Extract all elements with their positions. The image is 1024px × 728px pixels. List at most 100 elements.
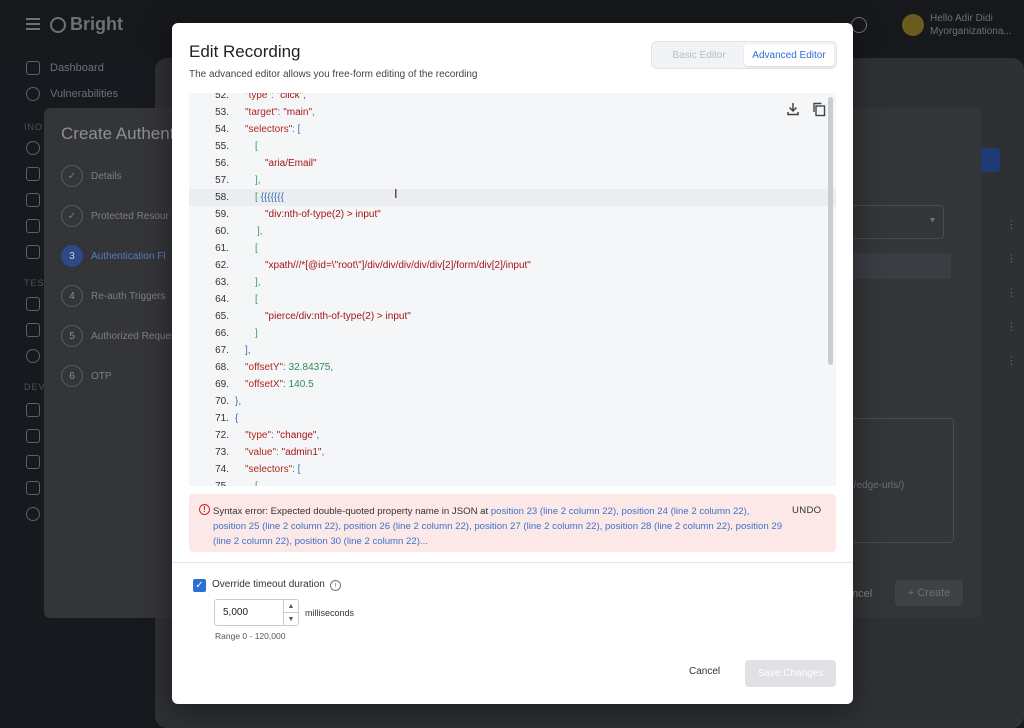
divider xyxy=(172,562,853,563)
code-text: "selectors": [ xyxy=(245,124,300,135)
step-otp[interactable]: 6 OTP xyxy=(61,364,112,388)
more-icon[interactable]: ⋮ xyxy=(1006,354,1017,367)
code-line[interactable]: 67.], xyxy=(189,342,836,359)
code-text: [ xyxy=(255,141,258,152)
sidebar-item[interactable] xyxy=(26,504,40,524)
user-greeting[interactable]: Hello Adir Didi Myorganizationa... xyxy=(930,12,1012,38)
download-icon[interactable] xyxy=(785,101,801,117)
increment-icon[interactable]: ▲ xyxy=(284,600,298,613)
code-line[interactable]: 72. "type": "change", xyxy=(189,427,836,444)
sidebar-item[interactable] xyxy=(26,294,40,314)
sidebar-item[interactable] xyxy=(26,478,40,498)
error-position-link[interactable]: position 28 (line 2 column 22), xyxy=(605,521,736,532)
more-icon[interactable]: ⋮ xyxy=(1006,320,1017,333)
code-line[interactable]: 58. [ {{{{{{{ xyxy=(189,189,836,206)
code-text: "xpath///*[@id=\"root\"]/div/div/div/div… xyxy=(265,260,531,271)
code-token: : [ xyxy=(292,124,301,135)
more-icon[interactable]: ⋮ xyxy=(1006,286,1017,299)
background-cancel-button[interactable]: ncel xyxy=(852,588,872,600)
code-line[interactable]: 75. [ xyxy=(189,478,836,486)
undo-button[interactable]: UNDO xyxy=(792,505,821,516)
more-icon[interactable]: ⋮ xyxy=(1006,218,1017,231)
code-line[interactable]: 54. "selectors": [ xyxy=(189,121,836,138)
advanced-editor-tab[interactable]: Advanced Editor xyxy=(744,44,834,66)
error-position-link[interactable]: position 23 (line 2 column 22), xyxy=(491,506,622,517)
code-line[interactable]: 70.}, xyxy=(189,393,836,410)
code-token: , xyxy=(321,447,325,458)
sidebar-item-vulnerabilities[interactable]: Vulnerabilities xyxy=(26,84,118,104)
code-line[interactable]: 64. [ xyxy=(189,291,836,308)
cancel-button[interactable]: Cancel xyxy=(689,666,720,677)
help-icon[interactable] xyxy=(851,17,867,33)
override-timeout-label[interactable]: Override timeout duration xyxy=(212,579,325,590)
dashboard-icon xyxy=(26,61,40,75)
user-name: Hello Adir Didi xyxy=(930,13,993,24)
code-token: ], xyxy=(245,345,251,356)
code-editor[interactable]: 75.[74."selectors": [73."value": "admin1… xyxy=(189,93,836,486)
code-line[interactable]: 71. { xyxy=(189,410,836,427)
code-line[interactable]: 69. "offsetX": 140.5 xyxy=(189,376,836,393)
timeout-stepper[interactable]: ▲ ▼ xyxy=(283,600,298,625)
code-line[interactable]: 52. "type": "click", xyxy=(189,93,836,104)
code-line[interactable]: 60.], xyxy=(189,223,836,240)
code-line[interactable]: 59. "div:nth-of-type(2) > input" xyxy=(189,206,836,223)
avatar[interactable] xyxy=(902,14,924,36)
sidebar-item[interactable] xyxy=(26,164,40,184)
sidebar-item-dashboard[interactable]: Dashboard xyxy=(26,58,104,78)
line-number: 74. xyxy=(215,464,229,475)
step-reauth-triggers[interactable]: 4 Re-auth Triggers xyxy=(61,284,165,308)
info-icon[interactable]: i xyxy=(330,580,341,591)
sidebar-item[interactable] xyxy=(26,190,40,210)
step-details[interactable]: ✓ Details xyxy=(61,164,122,188)
more-icon[interactable]: ⋮ xyxy=(1006,252,1017,265)
override-timeout-checkbox[interactable]: ✓ xyxy=(193,579,206,592)
code-line[interactable]: 66.] xyxy=(189,325,836,342)
error-position-link[interactable]: position 24 (line 2 column 22), xyxy=(622,506,750,517)
dialog-title: Create Authent xyxy=(61,124,175,143)
sidebar-item[interactable] xyxy=(26,320,40,340)
code-line[interactable]: 61. [ xyxy=(189,240,836,257)
step-authentication-flow[interactable]: 3 Authentication Fl xyxy=(61,244,166,268)
menu-icon[interactable] xyxy=(26,18,40,30)
code-token: "selectors" xyxy=(245,124,293,135)
line-number: 68. xyxy=(215,362,229,373)
sidebar-item[interactable] xyxy=(26,346,40,366)
line-number: 75. xyxy=(189,481,229,486)
code-line[interactable]: 73. "value": "admin1", xyxy=(189,444,836,461)
error-position-link[interactable]: position 30 (line 2 column 22)... xyxy=(295,536,428,547)
code-line[interactable]: 74. "selectors": [ xyxy=(189,461,836,478)
step-authorized-requests[interactable]: 5 Authorized Reques xyxy=(61,324,176,348)
copy-icon[interactable] xyxy=(811,101,827,117)
code-line[interactable]: 56. "aria/Email" xyxy=(189,155,836,172)
code-line[interactable]: 68. "offsetY": 32.84375, xyxy=(189,359,836,376)
sidebar-item[interactable] xyxy=(26,138,40,158)
sidebar-item[interactable] xyxy=(26,216,40,236)
sidebar-section-label: INO xyxy=(24,122,44,132)
background-create-button[interactable]: + Create xyxy=(895,580,963,606)
sidebar-item[interactable] xyxy=(26,426,40,446)
error-position-link[interactable]: position 27 (line 2 column 22), xyxy=(474,521,605,532)
code-token: "offsetX" xyxy=(245,379,284,390)
code-line[interactable]: 62. "xpath///*[@id=\"root\"]/div/div/div/… xyxy=(189,257,836,274)
code-line[interactable]: 63.], xyxy=(189,274,836,291)
code-token: "admin1" xyxy=(281,447,322,458)
error-position-link[interactable]: position 25 (line 2 column 22), xyxy=(213,521,344,532)
basic-editor-tab[interactable]: Basic Editor xyxy=(654,44,744,66)
sidebar-item[interactable] xyxy=(26,452,40,472)
decrement-icon[interactable]: ▼ xyxy=(284,613,298,625)
code-token: [ xyxy=(255,481,258,486)
error-position-link[interactable]: position 26 (line 2 column 22), xyxy=(344,521,475,532)
code-token: ], xyxy=(257,226,263,237)
code-line[interactable]: 55. [ xyxy=(189,138,836,155)
code-line[interactable]: 57.], xyxy=(189,172,836,189)
code-token: 32.84375 xyxy=(288,362,331,373)
code-line[interactable]: 53. "target": "main", xyxy=(189,104,836,121)
save-changes-button[interactable]: Save Changes xyxy=(745,660,836,687)
editor-scrollbar[interactable] xyxy=(828,97,833,365)
step-protected-resources[interactable]: ✓ Protected Resour xyxy=(61,204,169,228)
code-line[interactable]: 65. "pierce/div:nth-of-type(2) > input" xyxy=(189,308,836,325)
sidebar-item[interactable] xyxy=(26,242,40,262)
code-token: "xpath///*[@id=\"root\"]/div/div/div/div… xyxy=(265,260,531,271)
step-label: Authentication Fl xyxy=(91,250,166,262)
sidebar-item[interactable] xyxy=(26,400,40,420)
